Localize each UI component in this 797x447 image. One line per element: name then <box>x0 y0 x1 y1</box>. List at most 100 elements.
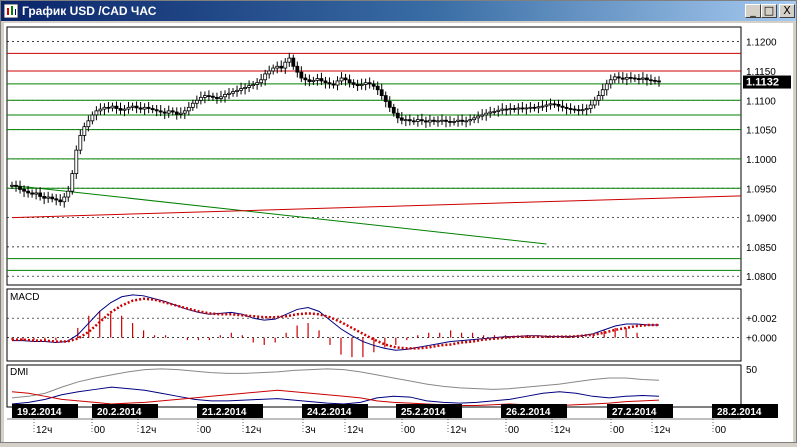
maximize-button[interactable]: □ <box>761 4 777 18</box>
date-label: 26.2.2014 <box>506 407 551 418</box>
candle-body <box>612 76 617 81</box>
candle-body <box>411 120 416 123</box>
candle-body <box>645 77 649 81</box>
chart-area[interactable]: 1.1200 1.1150 1.1100 1.1050 1.1000 1.0950 1.09… <box>4 23 793 442</box>
candle-body <box>174 111 179 115</box>
candle-body <box>608 79 613 85</box>
hour-label: 00 <box>200 425 212 436</box>
candle-body <box>86 120 91 128</box>
candle-body <box>552 103 557 106</box>
chart-window: График USD /CAD ЧАС _ □ X 1.1200 1.1150 1.… <box>0 0 797 443</box>
date-label: 28.2.2014 <box>717 407 762 418</box>
candle-body <box>70 173 75 192</box>
date-label: 25.2.2014 <box>401 407 446 418</box>
macd-panel[interactable]: MACD +0.002 +0.000 <box>6 288 777 362</box>
hour-label: 12ч <box>654 425 670 436</box>
candle-body <box>560 105 565 108</box>
macd-tick-label: +0.002 <box>746 314 777 325</box>
candle-body <box>327 82 332 85</box>
candle-body <box>632 77 637 80</box>
dmi-tick-label: 50 <box>746 365 758 376</box>
candle-body <box>267 70 272 75</box>
candle-body <box>311 79 316 82</box>
candle-body <box>231 91 235 94</box>
candle-body <box>154 109 159 112</box>
candle-body <box>46 196 51 199</box>
candle-body <box>158 110 163 113</box>
hour-label: 00 <box>613 425 625 436</box>
candle-body <box>383 95 388 102</box>
candle-body <box>367 82 372 85</box>
candle-body <box>488 111 493 114</box>
price-tick-label: 1.1100 <box>746 96 776 107</box>
candle-body <box>162 111 167 114</box>
candle-body <box>464 120 469 123</box>
candle-body <box>407 119 412 122</box>
candle-body <box>138 107 143 110</box>
minimize-button[interactable]: _ <box>745 4 761 18</box>
candle-body <box>122 108 127 111</box>
candle-body <box>194 99 199 104</box>
candle-body <box>90 114 95 122</box>
candle-body <box>347 79 352 84</box>
candle-body <box>299 71 304 79</box>
candle-body <box>359 84 364 87</box>
candle-body <box>649 79 653 82</box>
candle-body <box>572 108 577 111</box>
candle-body <box>496 109 501 112</box>
candle-body <box>456 119 460 122</box>
dmi-title: DMI <box>10 367 28 378</box>
hour-labels: 12ч 00 12ч 00 12ч 3ч 12ч 00 12ч 00 12ч 00 12ч 00 <box>33 419 727 436</box>
candle-body <box>78 135 83 151</box>
price-axis: 1.12001.11501.11001.10501.10001.09501.09… <box>746 38 777 284</box>
candle-body <box>303 77 308 81</box>
candle-body <box>420 119 424 122</box>
candle-body <box>387 101 392 108</box>
candle-body <box>271 67 276 72</box>
candle-body <box>460 119 464 122</box>
candle-body <box>26 190 30 194</box>
candle-body <box>202 95 207 98</box>
candle-body <box>247 85 251 88</box>
macd-title: MACD <box>10 292 39 303</box>
candle-body <box>532 106 537 109</box>
date-label: 20.2.2014 <box>97 407 142 418</box>
candle-body <box>391 106 396 114</box>
candle-body <box>540 105 545 108</box>
candle-body <box>42 196 47 199</box>
candle-body <box>283 61 288 69</box>
dmi-panel[interactable]: DMI 50 <box>6 364 758 408</box>
price-panel[interactable]: 1.12001.11501.11001.10501.10001.09501.09… <box>6 26 791 286</box>
candle-body <box>62 196 67 203</box>
candle-body <box>536 106 541 109</box>
candle-body <box>279 65 284 69</box>
candle-body <box>50 196 55 200</box>
date-label: 27.2.2014 <box>612 407 657 418</box>
candle-body <box>215 96 219 99</box>
price-tick-label: 1.1000 <box>746 155 777 166</box>
candle-body <box>424 120 428 123</box>
candle-body <box>476 115 481 119</box>
date-label: 19.2.2014 <box>17 407 62 418</box>
price-tick-label: 1.0850 <box>746 243 777 254</box>
candle-body <box>512 108 517 110</box>
hour-label: 3ч <box>305 425 316 436</box>
candle-body <box>444 119 448 122</box>
close-button[interactable]: X <box>779 4 795 18</box>
title-bar[interactable]: График USD /CAD ЧАС _ □ X <box>1 1 796 21</box>
candle-body <box>657 80 661 83</box>
candle-body <box>54 198 59 201</box>
candle-body <box>287 57 292 63</box>
candle-body <box>94 110 99 116</box>
candle-body <box>323 80 328 84</box>
candle-body <box>580 109 585 112</box>
price-tick-label: 1.1050 <box>746 126 777 137</box>
candle-body <box>275 65 280 69</box>
candle-body <box>227 92 231 95</box>
candle-body <box>600 89 605 97</box>
candle-body <box>604 83 609 91</box>
candle-body <box>331 83 336 86</box>
candle-body <box>343 77 348 81</box>
chart-canvas[interactable]: 1.12001.11501.11001.10501.10001.09501.09… <box>4 23 793 442</box>
candle-body <box>500 108 505 111</box>
